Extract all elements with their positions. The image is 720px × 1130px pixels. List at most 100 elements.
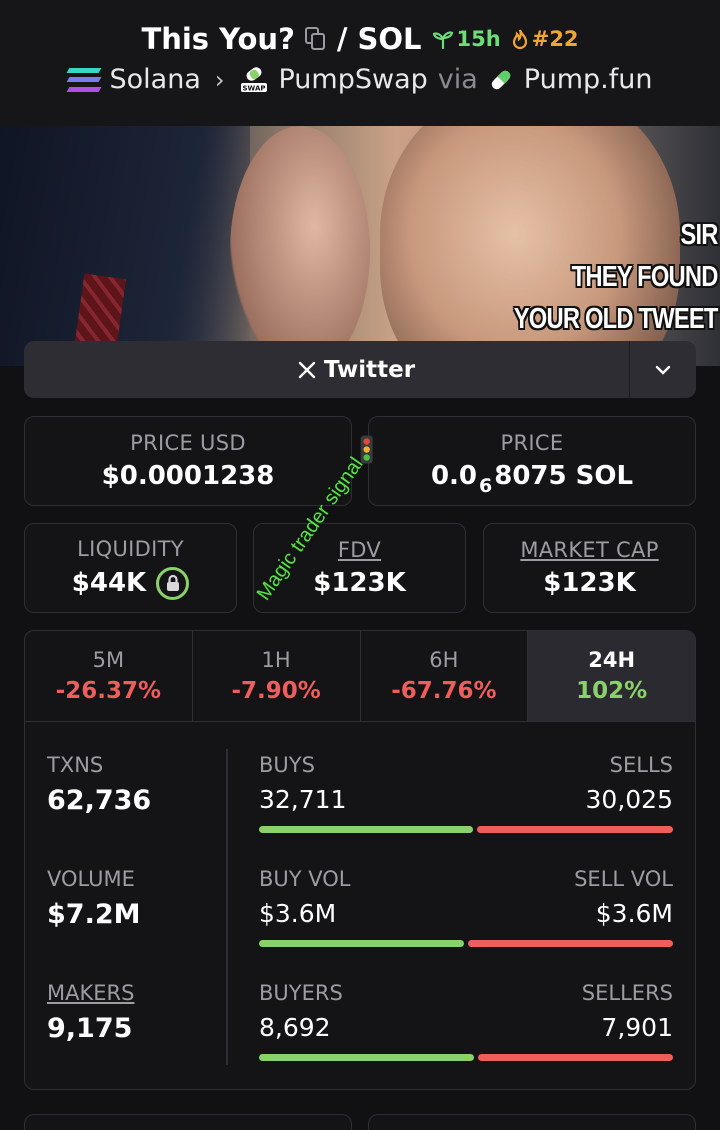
trending-rank: #22 — [531, 27, 579, 51]
banner-meme-caption: SIR THEY FOUND YOUR OLD TWEET — [514, 214, 719, 340]
twitter-label: Twitter — [323, 356, 416, 383]
seedling-icon — [432, 31, 453, 49]
next-card-right[interactable] — [368, 1114, 696, 1130]
txns-label: TXNS — [47, 753, 104, 777]
copy-icon[interactable] — [304, 27, 327, 51]
banner-whisperer — [230, 126, 370, 366]
sells-value: 30,025 — [585, 785, 673, 814]
buy-sell-volume-stat: BUY VOL SELL VOL $3.6M $3.6M — [259, 867, 673, 947]
volume-stat: VOLUME $7.2M — [47, 867, 141, 930]
liquidity-value: $44K — [71, 568, 147, 598]
price-native-prefix: 0.0 — [430, 461, 477, 491]
pumpswap-logo-icon: SWAP — [239, 65, 269, 95]
price-usd-card: PRICE USD $0.0001238 — [24, 416, 352, 506]
volume-ratio-bar — [259, 940, 673, 947]
breadcrumb: Solana › SWAP PumpSwap via Pump.fun — [0, 64, 720, 95]
fdv-value: $123K — [313, 568, 406, 598]
pair-separator: / — [336, 22, 348, 56]
breadcrumb-via: via — [437, 64, 478, 95]
traffic-light-icon — [360, 435, 373, 464]
sell-bar — [477, 1054, 673, 1061]
pair-title-row: This You? / SOL 15h #22 — [0, 22, 720, 56]
price-usd-value: $0.0001238 — [101, 461, 275, 491]
buys-label: BUYS — [259, 753, 315, 777]
market-cap-label[interactable]: MARKET CAP — [520, 538, 658, 562]
sells-label: SELLS — [609, 753, 673, 777]
buy-bar — [259, 826, 473, 833]
banner-suit — [0, 126, 250, 366]
tab-change: 102% — [576, 678, 648, 704]
tab-5m[interactable]: 5M -26.37% — [25, 631, 193, 721]
pair-activity-panel: 5M -26.37% 1H -7.90% 6H -67.76% 24H 102%… — [24, 630, 696, 1090]
socials-expand-button[interactable] — [629, 341, 696, 398]
quote-token: SOL — [357, 22, 422, 56]
tab-change: -67.76% — [391, 678, 497, 704]
liquidity-label: LIQUIDITY — [77, 536, 184, 561]
lock-icon[interactable] — [156, 566, 190, 600]
buy-bar — [259, 1054, 474, 1061]
makers-value: 9,175 — [47, 1013, 133, 1044]
volume-label: VOLUME — [47, 867, 135, 891]
price-native-suffix: 8075 SOL — [494, 461, 634, 491]
token-banner-image: SIR THEY FOUND YOUR OLD TWEET — [0, 126, 720, 366]
trending-rank-badge[interactable]: #22 — [511, 27, 579, 51]
next-card-left[interactable] — [24, 1114, 352, 1130]
tab-change: -26.37% — [55, 678, 162, 704]
buyers-label: BUYERS — [259, 981, 343, 1005]
meme-line: YOUR OLD TWEET — [514, 303, 719, 335]
meme-line: THEY FOUND — [572, 261, 719, 293]
txns-stat: TXNS 62,736 — [47, 753, 151, 816]
timeframe-tabs: 5M -26.37% 1H -7.90% 6H -67.76% 24H 102% — [25, 631, 695, 722]
buys-sells-ratio-bar — [259, 826, 673, 833]
token-name: This You? — [141, 22, 295, 56]
solana-logo-icon — [66, 67, 101, 92]
tab-24h[interactable]: 24H 102% — [528, 631, 695, 721]
sell-bar — [476, 826, 673, 833]
socials-bar: Twitter — [24, 341, 696, 398]
tab-label: 24H — [588, 648, 636, 672]
buyers-sellers-stat: BUYERS SELLERS 8,692 7,901 — [259, 981, 673, 1061]
pair-header: This You? / SOL 15h #22 Solana › SWAP Pu… — [0, 0, 720, 126]
stats-divider — [226, 749, 228, 1065]
breadcrumb-chain[interactable]: Solana — [110, 64, 201, 95]
tab-label: 5M — [92, 648, 125, 672]
txns-value: 62,736 — [47, 785, 152, 816]
liquidity-card: LIQUIDITY $44K — [24, 523, 237, 613]
buyers-value: 8,692 — [259, 1013, 331, 1042]
tab-change: -7.90% — [231, 678, 321, 704]
x-logo-icon — [298, 361, 316, 378]
buy-bar — [259, 940, 464, 947]
buy-vol-label: BUY VOL — [259, 867, 351, 891]
tab-6h[interactable]: 6H -67.76% — [361, 631, 529, 721]
twitter-button[interactable]: Twitter — [24, 341, 629, 398]
price-native-zero-count: 6 — [479, 475, 493, 497]
fire-icon — [512, 29, 527, 50]
meme-line: SIR — [680, 219, 719, 251]
tab-1h[interactable]: 1H -7.90% — [193, 631, 361, 721]
price-native-card: PRICE 0.0 6 8075 SOL — [368, 416, 696, 506]
buy-vol-value: $3.6M — [259, 899, 337, 928]
sellers-value: 7,901 — [601, 1013, 673, 1042]
price-usd-label: PRICE USD — [130, 431, 246, 455]
sell-bar — [468, 940, 673, 947]
chevron-right-icon: › — [214, 65, 225, 94]
buys-value: 32,711 — [259, 785, 347, 814]
volume-value: $7.2M — [47, 899, 141, 930]
makers-stat: MAKERS 9,175 — [47, 981, 134, 1044]
pumpfun-logo-icon — [488, 67, 514, 93]
liquidity-value-row: $44K — [71, 566, 190, 600]
makers-ratio-bar — [259, 1054, 673, 1061]
pair-age: 15h — [456, 27, 501, 51]
fdv-label[interactable]: FDV — [338, 538, 381, 562]
svg-text:SWAP: SWAP — [242, 84, 265, 92]
market-cap-value: $123K — [543, 568, 636, 598]
sellers-label: SELLERS — [581, 981, 673, 1005]
makers-label[interactable]: MAKERS — [47, 981, 134, 1005]
buys-sells-stat: BUYS SELLS 32,711 30,025 — [259, 753, 673, 833]
tab-label: 6H — [429, 648, 459, 672]
sell-vol-value: $3.6M — [595, 899, 673, 928]
breadcrumb-dex[interactable]: PumpSwap — [279, 64, 428, 95]
market-cap-card[interactable]: MARKET CAP $123K — [483, 523, 696, 613]
breadcrumb-launchpad[interactable]: Pump.fun — [524, 64, 653, 95]
price-native-value: 0.0 6 8075 SOL — [430, 461, 634, 497]
